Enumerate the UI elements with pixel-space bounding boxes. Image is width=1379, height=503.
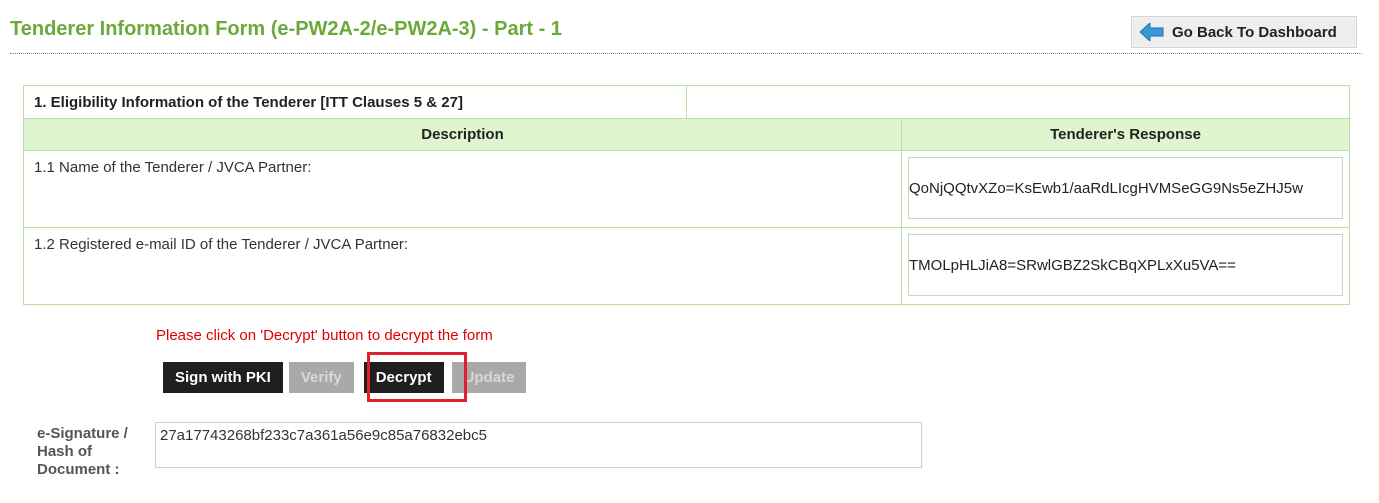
sign-with-pki-button[interactable]: Sign with PKI — [163, 362, 283, 393]
go-back-to-dashboard-button[interactable]: Go Back To Dashboard — [1131, 16, 1357, 48]
title-divider — [10, 53, 1362, 54]
row-description: 1.1 Name of the Tenderer / JVCA Partner: — [23, 150, 902, 228]
section-header-row: 1. Eligibility Information of the Tender… — [23, 85, 1350, 119]
row-description: 1.2 Registered e-mail ID of the Tenderer… — [23, 227, 902, 305]
tenderer-email-field[interactable]: TMOLpHLJiA8=SRwlGBZ2SkCBqXPLxXu5VA== — [908, 234, 1343, 296]
signature-label: e-Signature / Hash of Document : — [37, 425, 128, 478]
table-row: 1.1 Name of the Tenderer / JVCA Partner:… — [23, 150, 1350, 228]
verify-button: Verify — [288, 362, 354, 393]
left-arrow-icon — [1140, 23, 1164, 41]
section-title: 1. Eligibility Information of the Tender… — [23, 85, 687, 119]
signature-hash-field[interactable]: 27a17743268bf233c7a361a56e9c85a76832ebc5 — [155, 422, 922, 468]
decrypt-highlight — [367, 352, 467, 402]
page-title: Tenderer Information Form (e-PW2A-2/e-PW… — [10, 18, 562, 40]
decrypt-hint: Please click on 'Decrypt' button to decr… — [156, 327, 493, 344]
column-header-description: Description — [23, 118, 902, 151]
section-empty-cell — [686, 85, 1350, 119]
column-header-row: Description Tenderer's Response — [23, 118, 1350, 151]
eligibility-table: 1. Eligibility Information of the Tender… — [23, 85, 1350, 305]
table-row: 1.2 Registered e-mail ID of the Tenderer… — [23, 227, 1350, 305]
column-header-response: Tenderer's Response — [901, 118, 1350, 151]
back-button-label: Go Back To Dashboard — [1172, 23, 1337, 41]
tenderer-name-field[interactable]: QoNjQQtvXZo=KsEwb1/aaRdLIcgHVMSeGG9Ns5eZ… — [908, 157, 1343, 219]
action-buttons: Sign with PKI Verify Decrypt Update — [163, 362, 532, 393]
